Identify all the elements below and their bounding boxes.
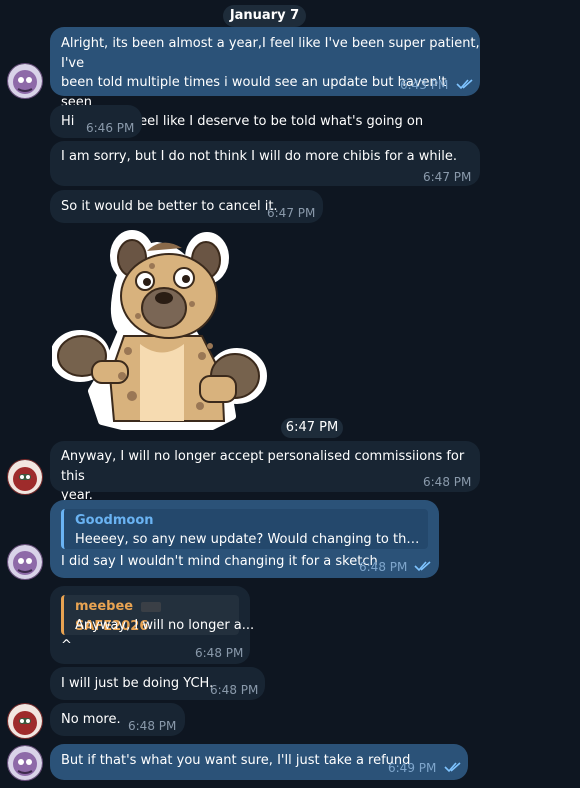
message-time: 6:49 PM bbox=[388, 761, 437, 775]
avatar[interactable] bbox=[7, 544, 43, 580]
read-check-icon bbox=[456, 79, 473, 90]
incoming-message[interactable]: No more. 6:48 PM bbox=[50, 703, 185, 736]
reply-text: Anyway, I will no longer a... bbox=[75, 618, 255, 633]
message-text: ^ bbox=[61, 638, 72, 653]
message-text: I did say I wouldn't mind changing it fo… bbox=[61, 554, 378, 569]
incoming-message[interactable]: Anyway, I will no longer accept personal… bbox=[50, 441, 480, 503]
message-time: 6:48 PM bbox=[128, 719, 177, 733]
reply-quote[interactable]: meebee SAFE2026 Anyway, I will no longer… bbox=[61, 595, 254, 635]
message-text: Hi bbox=[61, 114, 75, 129]
incoming-message[interactable]: So it would be better to cancel it. 6:47… bbox=[50, 190, 323, 223]
message-time: 6:43 PM bbox=[400, 78, 449, 92]
incoming-message[interactable]: Hi 6:46 PM bbox=[50, 105, 142, 138]
avatar[interactable] bbox=[7, 703, 43, 739]
flag-icon bbox=[140, 601, 161, 612]
message-text: I will just be doing YCH. bbox=[61, 676, 214, 691]
reply-quote[interactable]: Goodmoon Heeeey, so any new update? Woul… bbox=[61, 509, 428, 549]
date-separator: January 7 bbox=[223, 5, 306, 27]
incoming-message[interactable]: I am sorry, but I do not think I will do… bbox=[50, 141, 480, 186]
message-time: 6:47 PM bbox=[267, 206, 316, 220]
outgoing-message[interactable]: Goodmoon Heeeey, so any new update? Woul… bbox=[50, 500, 439, 578]
incoming-message[interactable]: meebee SAFE2026 Anyway, I will no longer… bbox=[50, 586, 254, 664]
reply-text: Heeeey, so any new update? Would changin… bbox=[75, 532, 420, 547]
avatar[interactable] bbox=[7, 63, 43, 99]
sticker-time: 6:47 PM bbox=[281, 418, 343, 438]
message-time: 6:46 PM bbox=[86, 121, 135, 135]
message-text: No more. bbox=[61, 712, 121, 727]
avatar[interactable] bbox=[7, 459, 43, 495]
read-check-icon bbox=[414, 561, 431, 572]
avatar[interactable] bbox=[7, 745, 43, 781]
outgoing-message[interactable]: But if that's what you want sure, I'll j… bbox=[50, 744, 468, 780]
message-text: But if that's what you want sure, I'll j… bbox=[61, 753, 411, 768]
message-time: 6:48 PM bbox=[210, 683, 259, 697]
message-time: 6:48 PM bbox=[423, 475, 472, 489]
reply-author: Goodmoon bbox=[75, 513, 154, 528]
outgoing-message[interactable]: Alright, its been almost a year,I feel l… bbox=[50, 27, 480, 129]
read-check-icon bbox=[444, 762, 461, 773]
incoming-message[interactable]: I will just be doing YCH. 6:48 PM bbox=[50, 667, 265, 700]
hyena-shrug-sticker[interactable] bbox=[52, 226, 267, 436]
reply-author-name: meebee bbox=[75, 599, 134, 614]
message-time: 6:47 PM bbox=[423, 170, 472, 184]
message-text: So it would be better to cancel it. bbox=[61, 199, 278, 214]
message-text: Anyway, I will no longer accept personal… bbox=[61, 449, 465, 503]
message-time: 6:48 PM bbox=[359, 560, 408, 574]
message-time: 6:48 PM bbox=[195, 646, 244, 660]
message-text: I am sorry, but I do not think I will do… bbox=[61, 149, 457, 164]
